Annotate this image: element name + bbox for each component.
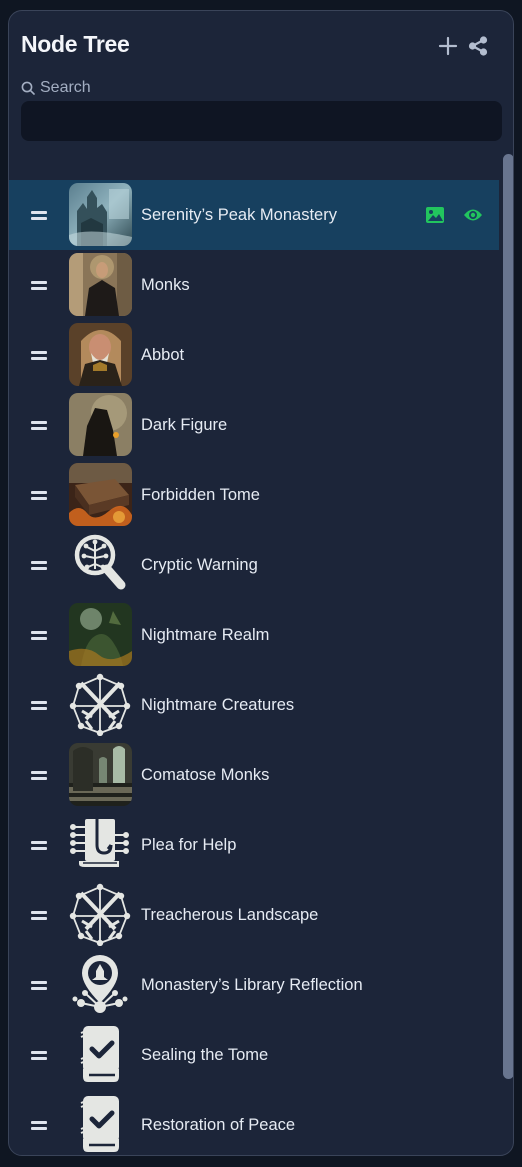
node-label: Abbot [141, 346, 185, 364]
node-row[interactable]: Forbidden Tome [9, 460, 499, 530]
node-label: Dark Figure [141, 416, 228, 434]
drag-handle-icon[interactable] [31, 701, 47, 710]
drag-handle-icon[interactable] [31, 631, 47, 640]
drag-handle-icon[interactable] [31, 771, 47, 780]
node-label: Restoration of Peace [141, 1116, 296, 1134]
drag-handle-icon[interactable] [31, 421, 47, 430]
search-label-text: Search [40, 79, 91, 96]
node-tree-panel: Node Tree Search Serenity’s Peak Monaste… [8, 10, 514, 1156]
node-row[interactable]: Sealing the Tome [9, 1020, 499, 1090]
panel-title: Node Tree [21, 31, 130, 57]
drag-handle-icon[interactable] [31, 281, 47, 290]
node-label: Nightmare Creatures [141, 696, 295, 714]
node-label: Monastery’s Library Reflection [141, 976, 363, 994]
eye-icon[interactable] [463, 205, 483, 225]
drag-handle-icon[interactable] [31, 1051, 47, 1060]
node-row[interactable]: Nightmare Creatures [9, 670, 499, 740]
node-label: Sealing the Tome [141, 1046, 269, 1064]
magnifier-tree-icon [69, 533, 132, 596]
node-label: Serenity’s Peak Monastery [141, 206, 337, 224]
node-row[interactable]: Cryptic Warning [9, 530, 499, 600]
node-thumbnail [69, 253, 132, 316]
add-node-button[interactable] [437, 35, 459, 57]
node-thumbnail [69, 393, 132, 456]
node-label: Treacherous Landscape [141, 906, 319, 924]
drag-handle-icon[interactable] [31, 561, 47, 570]
drag-handle-icon[interactable] [31, 351, 47, 360]
node-row[interactable]: Abbot [9, 320, 499, 390]
node-thumbnail [69, 323, 132, 386]
node-label: Cryptic Warning [141, 556, 258, 574]
book-check-icon [69, 1023, 132, 1086]
node-row[interactable]: Treacherous Landscape [9, 880, 499, 950]
book-hook-icon [69, 813, 132, 876]
drag-handle-icon[interactable] [31, 841, 47, 850]
drag-handle-icon[interactable] [31, 911, 47, 920]
share-button[interactable] [467, 35, 489, 57]
crossed-swords-network-icon [69, 883, 132, 946]
drag-handle-icon[interactable] [31, 1121, 47, 1130]
image-icon[interactable] [425, 205, 445, 225]
node-thumbnail [69, 743, 132, 806]
node-row[interactable]: Dark Figure [9, 390, 499, 460]
node-row[interactable]: Monks [9, 250, 499, 320]
search-icon [21, 81, 35, 95]
drag-handle-icon[interactable] [31, 981, 47, 990]
drag-handle-icon[interactable] [31, 491, 47, 500]
search-label: Search [21, 79, 91, 97]
search-input[interactable] [21, 101, 502, 141]
book-check-icon [69, 1093, 132, 1155]
node-list: Serenity’s Peak Monastery Monks Abbot Dark … [9, 180, 499, 1155]
map-pin-network-icon [69, 953, 132, 1016]
node-label: Monks [141, 276, 190, 294]
scrollbar-thumb[interactable] [503, 154, 513, 1079]
node-thumbnail [69, 183, 132, 246]
node-thumbnail [69, 603, 132, 666]
node-row[interactable]: Nightmare Realm [9, 600, 499, 670]
node-label: Nightmare Realm [141, 626, 270, 644]
crossed-swords-network-icon [69, 673, 132, 736]
plus-icon [438, 36, 458, 56]
share-icon [468, 36, 488, 56]
node-row[interactable]: Restoration of Peace [9, 1090, 499, 1155]
node-label: Comatose Monks [141, 766, 270, 784]
node-label: Plea for Help [141, 836, 237, 854]
drag-handle-icon[interactable] [31, 211, 47, 220]
node-row[interactable]: Serenity’s Peak Monastery [9, 180, 499, 250]
node-thumbnail [69, 463, 132, 526]
node-row[interactable]: Comatose Monks [9, 740, 499, 810]
node-label: Forbidden Tome [141, 486, 260, 504]
node-row[interactable]: Plea for Help [9, 810, 499, 880]
node-row[interactable]: Monastery’s Library Reflection [9, 950, 499, 1020]
